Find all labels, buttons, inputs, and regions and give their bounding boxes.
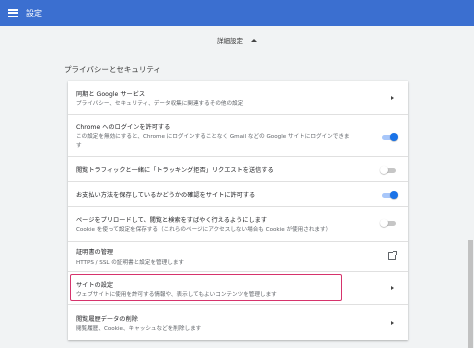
- row-description-line1: この設定を無効にすると、Chrome にログインすることなく Gmail などの…: [76, 134, 350, 140]
- row-title: 同期と Google サービス: [76, 91, 146, 98]
- row-allow-chrome-login: Chrome へのログインを許可する この設定を無効にすると、Chrome にロ…: [68, 115, 408, 157]
- section-title-privacy: プライバシーとセキュリティ: [64, 65, 161, 74]
- toggle-payment-methods[interactable]: [380, 191, 398, 199]
- caret-up-icon: [251, 38, 257, 42]
- row-do-not-track: 閲覧トラフィックと一緒に「トラッキング拒否」リクエストを送信する: [68, 157, 408, 182]
- chevron-right-icon: [391, 96, 394, 100]
- row-title: 証明書の管理: [76, 249, 114, 256]
- row-title: 閲覧トラフィックと一緒に「トラッキング拒否」リクエストを送信する: [76, 167, 274, 174]
- row-description: HTTPS / SSL の証明書と設定を管理します: [76, 260, 185, 266]
- row-description: プライバシー、セキュリティ、データ収集に関連するその他の設定: [76, 101, 244, 107]
- row-manage-certificates[interactable]: 証明書の管理 HTTPS / SSL の証明書と設定を管理します: [68, 242, 408, 272]
- row-sync-google-services[interactable]: 同期と Google サービス プライバシー、セキュリティ、データ収集に関連する…: [68, 81, 408, 115]
- advanced-settings-toggle[interactable]: 詳細設定: [0, 33, 474, 47]
- row-title: ページをプリロードして、閲覧と検索をすばやく行えるようにします: [76, 217, 268, 224]
- row-preload-pages: ページをプリロードして、閲覧と検索をすばやく行えるようにします Cookie を…: [68, 207, 408, 242]
- toggle-preload-pages[interactable]: [380, 219, 398, 227]
- row-description: Cookie を使って設定を保存する（これらのページにアクセスしない場合も Co…: [76, 227, 332, 233]
- row-title: お支払い方法を保存しているかどうかの確認をサイトに許可する: [76, 192, 256, 199]
- row-description: 閲覧履歴、Cookie、キャッシュなどを削除します: [76, 326, 202, 332]
- row-clear-browsing-data[interactable]: 閲覧履歴データの削除 閲覧履歴、Cookie、キャッシュなどを削除します: [68, 305, 408, 340]
- main-menu-button[interactable]: [0, 0, 26, 26]
- top-app-bar: 設定: [0, 0, 474, 26]
- privacy-settings-card: 同期と Google サービス プライバシー、セキュリティ、データ収集に関連する…: [68, 81, 408, 340]
- site-settings-highlight-box: [70, 274, 342, 301]
- toggle-allow-chrome-login[interactable]: [380, 133, 398, 141]
- external-link-icon: [388, 251, 397, 260]
- row-description-line2: す: [76, 143, 82, 149]
- chevron-right-icon: [391, 321, 394, 325]
- page-title: 設定: [26, 8, 42, 18]
- chevron-right-icon: [391, 286, 394, 290]
- row-title: Chrome へのログインを許可する: [76, 124, 171, 131]
- toggle-do-not-track[interactable]: [380, 166, 398, 174]
- row-payment-methods: お支払い方法を保存しているかどうかの確認をサイトに許可する: [68, 182, 408, 207]
- scrollbar-thumb[interactable]: [468, 240, 473, 348]
- hamburger-menu-icon: [8, 9, 18, 17]
- advanced-settings-label: 詳細設定: [217, 37, 243, 45]
- row-title: 閲覧履歴データの削除: [76, 316, 138, 323]
